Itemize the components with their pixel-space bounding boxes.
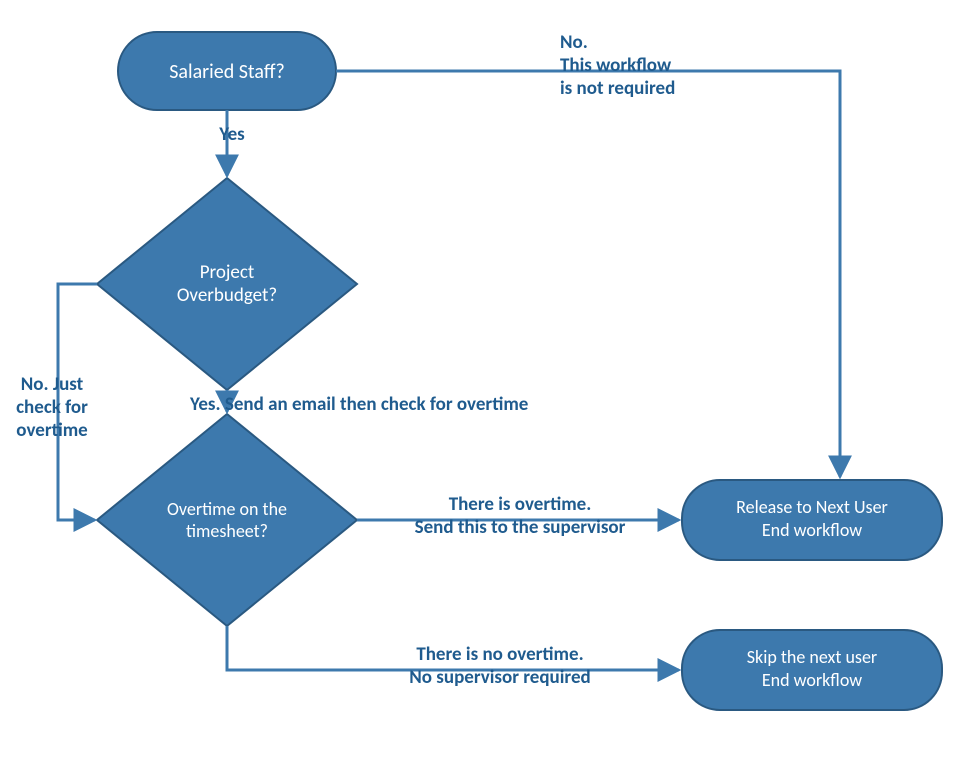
node-skip-label: Skip the next user End workflow xyxy=(747,646,877,691)
svg-text:There is no overtime.: There is no overtime. xyxy=(416,643,583,666)
svg-text:Overbudget?: Overbudget? xyxy=(177,284,277,307)
label-overtime-no: There is no overtime. No supervisor requ… xyxy=(409,643,590,689)
svg-text:Send this to the supervisor: Send this to the supervisor xyxy=(415,516,626,539)
svg-text:Project: Project xyxy=(200,261,255,284)
edge-salaried-no xyxy=(336,71,840,477)
label-overbudget-yes: Yes. Send an email then check for overti… xyxy=(189,393,528,416)
svg-text:End workflow: End workflow xyxy=(762,519,862,541)
node-overtime: Overtime on the timesheet? xyxy=(97,414,357,626)
node-release: Release to Next User End workflow xyxy=(682,480,942,560)
node-salaried-label: Salaried Staff? xyxy=(169,60,285,84)
label-salaried-yes: Yes xyxy=(218,123,245,146)
svg-text:is not required: is not required xyxy=(560,77,675,100)
label-overbudget-no: No. Just check for overtime xyxy=(16,373,88,442)
svg-text:overtime: overtime xyxy=(16,419,87,442)
label-salaried-no: No. This workflow is not required xyxy=(560,31,675,100)
svg-text:check for: check for xyxy=(16,396,88,419)
svg-text:Skip the next user: Skip the next user xyxy=(747,646,877,668)
svg-text:timesheet?: timesheet? xyxy=(186,520,268,542)
svg-text:No.: No. xyxy=(560,31,588,54)
label-overtime-yes: There is overtime. Send this to the supe… xyxy=(415,493,626,539)
svg-text:End workflow: End workflow xyxy=(762,669,862,691)
node-overbudget: Project Overbudget? xyxy=(97,178,357,390)
svg-text:This workflow: This workflow xyxy=(560,54,672,77)
svg-text:No. Just: No. Just xyxy=(21,373,84,396)
svg-text:There is overtime.: There is overtime. xyxy=(449,493,592,516)
node-skip: Skip the next user End workflow xyxy=(682,630,942,710)
svg-text:Overtime on the: Overtime on the xyxy=(167,498,287,520)
node-salaried: Salaried Staff? xyxy=(118,32,336,110)
svg-text:No supervisor required: No supervisor required xyxy=(409,666,590,689)
svg-text:Release to Next User: Release to Next User xyxy=(736,496,888,518)
